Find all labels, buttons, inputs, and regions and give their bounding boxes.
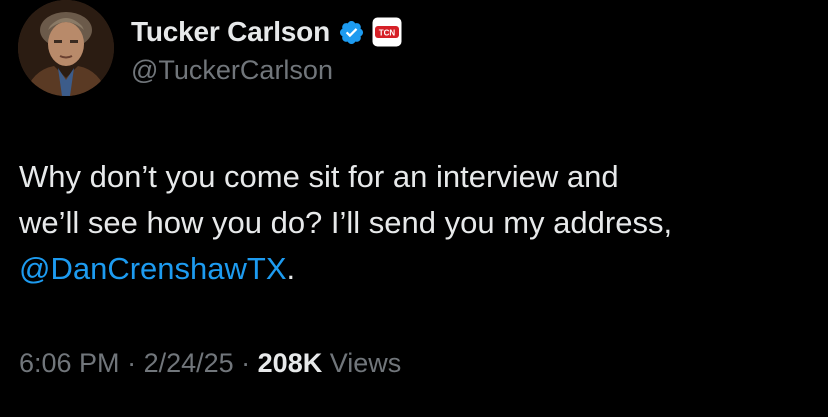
views-label: Views — [322, 348, 402, 378]
tweet: Tucker Carlson TCN @TuckerCarlson Why do… — [0, 0, 828, 417]
author-handle[interactable]: @TuckerCarlson — [131, 55, 333, 86]
tweet-time[interactable]: 6:06 PM — [19, 348, 120, 378]
affiliation-badge-text: TCN — [379, 29, 396, 38]
tweet-text-trailing: . — [286, 251, 296, 286]
tweet-text: Why don’t you come sit for an interview … — [19, 154, 809, 292]
avatar[interactable] — [18, 0, 114, 96]
meta-separator: · — [233, 348, 258, 378]
tweet-text-line-1: Why don’t you come sit for an interview … — [19, 159, 619, 194]
views-count[interactable]: 208K — [258, 348, 323, 378]
affiliation-badge-icon[interactable]: TCN — [372, 17, 402, 47]
author-name[interactable]: Tucker Carlson — [131, 16, 330, 48]
profile-photo-icon — [18, 0, 114, 96]
meta-separator: · — [119, 348, 144, 378]
author-name-row: Tucker Carlson TCN — [131, 12, 402, 52]
mention-link[interactable]: @DanCrenshawTX — [19, 251, 287, 286]
tweet-date[interactable]: 2/24/25 — [144, 348, 234, 378]
tweet-text-line-2: we’ll see how you do? I’ll send you my a… — [19, 205, 673, 240]
verified-badge-icon[interactable] — [338, 19, 365, 46]
tweet-meta: 6:06 PM · 2/24/25 · 208K Views — [19, 348, 401, 379]
